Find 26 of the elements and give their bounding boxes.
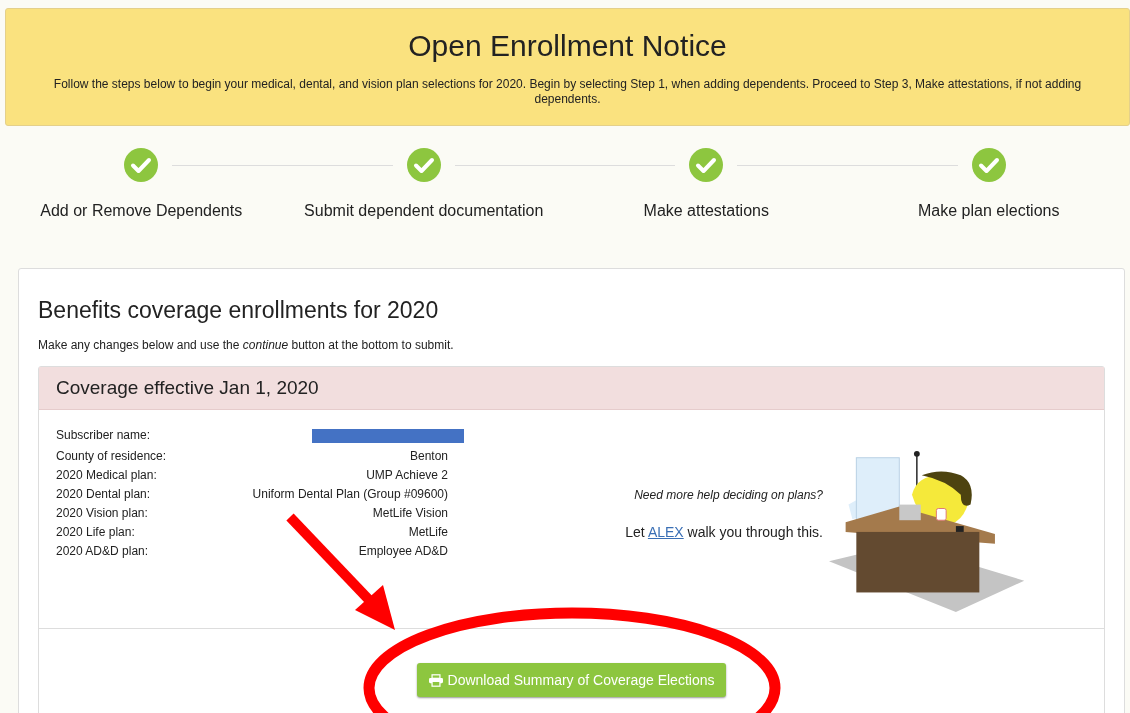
banner-title: Open Enrollment Notice	[407, 29, 728, 63]
field-value: Employee AD&D	[358, 543, 448, 560]
step-label[interactable]: Add or Remove Dependents	[40, 202, 243, 220]
step-label[interactable]: Submit dependent documentation	[304, 202, 544, 220]
panel-title: Coverage effective Jan 1, 2020	[56, 377, 320, 399]
field-label: 2020 Medical plan:	[56, 467, 157, 484]
field-label: Subscriber name:	[56, 427, 151, 444]
field-value: UMP Achieve 2	[366, 467, 448, 484]
printer-icon	[428, 673, 443, 687]
field-label: 2020 Dental plan:	[56, 486, 151, 503]
field-value: MetLife	[408, 524, 448, 541]
step-label[interactable]: Make plan elections	[918, 202, 1060, 220]
field-label: County of residence:	[56, 448, 167, 465]
help-question: Need more help deciding on plans?	[633, 488, 823, 502]
help-prompt: Let ALEX walk you through this.	[624, 524, 823, 540]
field-value: MetLife Vision	[372, 505, 448, 522]
field-label: 2020 Vision plan:	[56, 505, 148, 522]
field-label: 2020 AD&D plan:	[56, 543, 149, 560]
field-label: 2020 Life plan:	[56, 524, 135, 541]
step-label[interactable]: Make attestations	[643, 202, 769, 220]
card-title: Benefits coverage enrollments for 2020	[38, 297, 440, 324]
field-value: Uniform Dental Plan (Group #09600)	[252, 486, 448, 503]
alex-link[interactable]: ALEX	[647, 524, 684, 540]
field-value: Benton	[409, 448, 448, 465]
card-subtitle: Make any changes below and use the continue button at the bottom to submit.	[38, 338, 455, 352]
banner-text: Follow the steps below to begin your medical, dental, and vision plan selections for 2020. Begin by selecting Step 1, when adding dependents. Proceed to Step 3, Make attestations, if not adding dependents.	[52, 77, 1083, 107]
